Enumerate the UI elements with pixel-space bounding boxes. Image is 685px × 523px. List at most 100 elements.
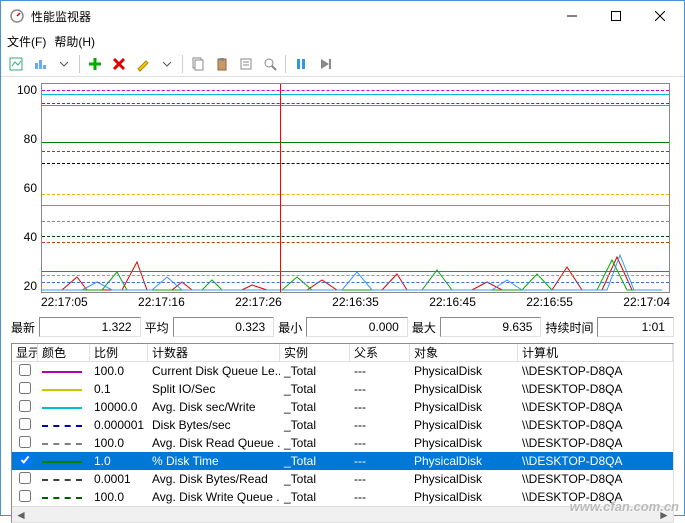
cell-counter: Split IO/Sec (148, 382, 280, 396)
stat-avg-value: 0.323 (173, 317, 275, 337)
highlight-button[interactable] (132, 53, 154, 75)
row-checkbox[interactable] (19, 364, 31, 376)
row-checkbox[interactable] (19, 472, 31, 484)
stat-max-value: 9.635 (440, 317, 542, 337)
remove-counter-button[interactable] (108, 53, 130, 75)
paste-button[interactable] (211, 53, 233, 75)
color-swatch (42, 479, 82, 481)
add-counter-button[interactable] (84, 53, 106, 75)
col-instance[interactable]: 实例 (280, 344, 350, 361)
row-checkbox[interactable] (19, 418, 31, 430)
menu-help[interactable]: 帮助(H) (54, 33, 95, 50)
cell-instance: _Total (280, 436, 350, 450)
chart-y-axis: 10080604020 (11, 83, 37, 293)
stat-duration-value: 1:01 (597, 317, 674, 337)
cell-object: PhysicalDisk (410, 490, 518, 504)
chart-plot[interactable] (41, 83, 670, 293)
color-swatch (42, 497, 82, 499)
cell-instance: _Total (280, 490, 350, 504)
zoom-button[interactable] (259, 53, 281, 75)
cell-instance: _Total (280, 364, 350, 378)
separator (79, 55, 80, 73)
cell-parent: --- (350, 382, 410, 396)
cell-object: PhysicalDisk (410, 382, 518, 396)
close-button[interactable] (638, 2, 682, 30)
table-row[interactable]: 0.0001Avg. Disk Bytes/Read_Total---Physi… (12, 470, 673, 488)
cell-scale: 100.0 (90, 490, 148, 504)
cell-scale: 0.000001 (90, 418, 148, 432)
cell-scale: 1.0 (90, 454, 148, 468)
cell-object: PhysicalDisk (410, 400, 518, 414)
stat-latest-label: 最新 (11, 319, 35, 336)
menu-file[interactable]: 文件(F) (7, 33, 46, 50)
maximize-button[interactable] (594, 2, 638, 30)
col-show[interactable]: 显示 (12, 344, 38, 361)
cell-computer: \\DESKTOP-D8QA (518, 472, 673, 486)
highlight-dropdown-button[interactable] (156, 53, 178, 75)
stat-latest-value: 1.322 (39, 317, 141, 337)
color-swatch (42, 389, 82, 391)
freeze-button[interactable] (290, 53, 312, 75)
row-checkbox[interactable] (19, 490, 31, 502)
counters-table: 显示 颜色 比例 计数器 实例 父系 对象 计算机 100.0Current D… (11, 343, 674, 523)
horizontal-scrollbar[interactable]: ◄ ► (12, 506, 673, 522)
table-row[interactable]: 100.0Current Disk Queue Le..._Total---Ph… (12, 362, 673, 380)
col-parent[interactable]: 父系 (350, 344, 410, 361)
cell-object: PhysicalDisk (410, 454, 518, 468)
table-row[interactable]: 100.0Avg. Disk Read Queue ..._Total---Ph… (12, 434, 673, 452)
table-row[interactable]: 1.0% Disk Time_Total---PhysicalDisk\\DES… (12, 452, 673, 470)
stat-min-value: 0.000 (306, 317, 408, 337)
col-scale[interactable]: 比例 (90, 344, 148, 361)
window-title: 性能监视器 (31, 8, 550, 25)
row-checkbox[interactable] (19, 400, 31, 412)
titlebar: 性能监视器 (1, 1, 684, 31)
cell-parent: --- (350, 454, 410, 468)
cell-parent: --- (350, 472, 410, 486)
separator (182, 55, 183, 73)
table-header: 显示 颜色 比例 计数器 实例 父系 对象 计算机 (12, 344, 673, 362)
scroll-left-icon[interactable]: ◄ (14, 508, 28, 522)
cell-parent: --- (350, 436, 410, 450)
toolbar (1, 51, 684, 77)
cell-computer: \\DESKTOP-D8QA (518, 490, 673, 504)
update-button[interactable] (314, 53, 336, 75)
stats-row: 最新 1.322 平均 0.323 最小 0.000 最大 9.635 持续时间… (1, 313, 684, 341)
col-color[interactable]: 颜色 (38, 344, 90, 361)
row-checkbox[interactable] (19, 454, 31, 466)
col-computer[interactable]: 计算机 (518, 344, 673, 361)
copy-button[interactable] (187, 53, 209, 75)
cell-counter: Avg. Disk Read Queue ... (148, 436, 280, 450)
color-swatch (42, 371, 82, 373)
cell-counter: % Disk Time (148, 454, 280, 468)
color-swatch (42, 407, 82, 409)
cell-computer: \\DESKTOP-D8QA (518, 436, 673, 450)
cell-counter: Avg. Disk sec/Write (148, 400, 280, 414)
app-icon (9, 8, 25, 24)
table-row[interactable]: 10000.0Avg. Disk sec/Write_Total---Physi… (12, 398, 673, 416)
cell-parent: --- (350, 364, 410, 378)
col-object[interactable]: 对象 (410, 344, 518, 361)
minimize-button[interactable] (550, 2, 594, 30)
cell-scale: 100.0 (90, 436, 148, 450)
cell-object: PhysicalDisk (410, 472, 518, 486)
row-checkbox[interactable] (19, 436, 31, 448)
separator (285, 55, 286, 73)
cell-parent: --- (350, 418, 410, 432)
cell-scale: 0.0001 (90, 472, 148, 486)
view-dropdown-button[interactable] (53, 53, 75, 75)
menubar: 文件(F) 帮助(H) (1, 31, 684, 51)
table-row[interactable]: 100.0Avg. Disk Write Queue ..._Total---P… (12, 488, 673, 506)
color-swatch (42, 461, 82, 463)
cell-instance: _Total (280, 472, 350, 486)
properties-button[interactable] (235, 53, 257, 75)
table-row[interactable]: 0.1Split IO/Sec_Total---PhysicalDisk\\DE… (12, 380, 673, 398)
col-counter[interactable]: 计数器 (148, 344, 280, 361)
table-row[interactable]: 0.000001Disk Bytes/sec_Total---PhysicalD… (12, 416, 673, 434)
cell-computer: \\DESKTOP-D8QA (518, 418, 673, 432)
stat-min-label: 最小 (278, 319, 302, 336)
view-graph-button[interactable] (29, 53, 51, 75)
scroll-right-icon[interactable]: ► (657, 508, 671, 522)
row-checkbox[interactable] (19, 382, 31, 394)
view-current-button[interactable] (5, 53, 27, 75)
stat-duration-label: 持续时间 (545, 319, 593, 336)
